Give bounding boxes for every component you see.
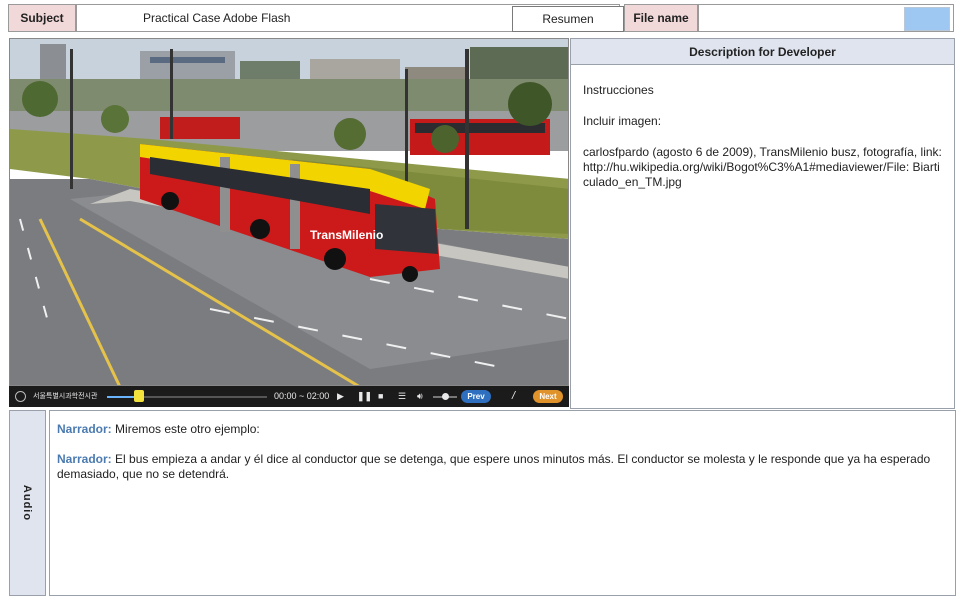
description-header: Description for Developer: [570, 38, 955, 65]
narration-text: Miremos este otro ejemplo:: [115, 422, 260, 436]
time-display: 00:00 ~ 02:00: [274, 391, 330, 401]
prev-button[interactable]: Prev: [461, 390, 491, 403]
summary-button[interactable]: Resumen: [512, 6, 624, 32]
progress-track[interactable]: [107, 396, 267, 398]
bus-photo: TransMilenio: [9, 38, 569, 386]
player-brand: 서울특별시과학전시관: [33, 393, 98, 400]
bus-logo-text: TransMilenio: [310, 228, 383, 242]
menu-icon[interactable]: ☰: [398, 386, 406, 407]
subject-label: Subject: [8, 4, 76, 32]
narration-entry: Narrador: Miremos este otro ejemplo:: [57, 422, 947, 437]
speaker-label: Narrador:: [57, 422, 112, 436]
description-line: carlosfpardo (agosto 6 de 2009), TransMi…: [583, 145, 942, 189]
pause-icon[interactable]: ❚❚: [357, 386, 372, 407]
color-swatch: [904, 7, 950, 31]
volume-knob[interactable]: [442, 393, 449, 400]
next-button[interactable]: Next: [533, 390, 563, 403]
narration-text: El bus empieza a andar y él dice al cond…: [57, 452, 931, 481]
audio-script: Narrador: Miremos este otro ejemplo: Nar…: [49, 410, 956, 596]
volume-icon[interactable]: 🔊︎: [417, 386, 423, 407]
file-name-label: File name: [624, 4, 698, 32]
stop-icon[interactable]: ■: [378, 386, 383, 407]
description-line: Instrucciones: [583, 83, 654, 97]
audio-tab: Audio: [9, 410, 46, 596]
play-icon[interactable]: ▶: [337, 386, 344, 407]
seal-logo-icon: [15, 391, 26, 402]
progress-thumb[interactable]: [134, 390, 144, 402]
description-body: Instrucciones Incluir imagen: carlosfpar…: [570, 64, 955, 409]
narration-entry: Narrador: El bus empieza a andar y él di…: [57, 452, 947, 482]
speaker-label: Narrador:: [57, 452, 112, 466]
description-line: Incluir imagen:: [583, 114, 662, 128]
page-separator: /: [512, 390, 516, 402]
media-player-bar: 서울특별시과학전시관 00:00 ~ 02:00 ▶ ❚❚ ■ ☰ 🔊︎ Pre…: [9, 386, 569, 407]
